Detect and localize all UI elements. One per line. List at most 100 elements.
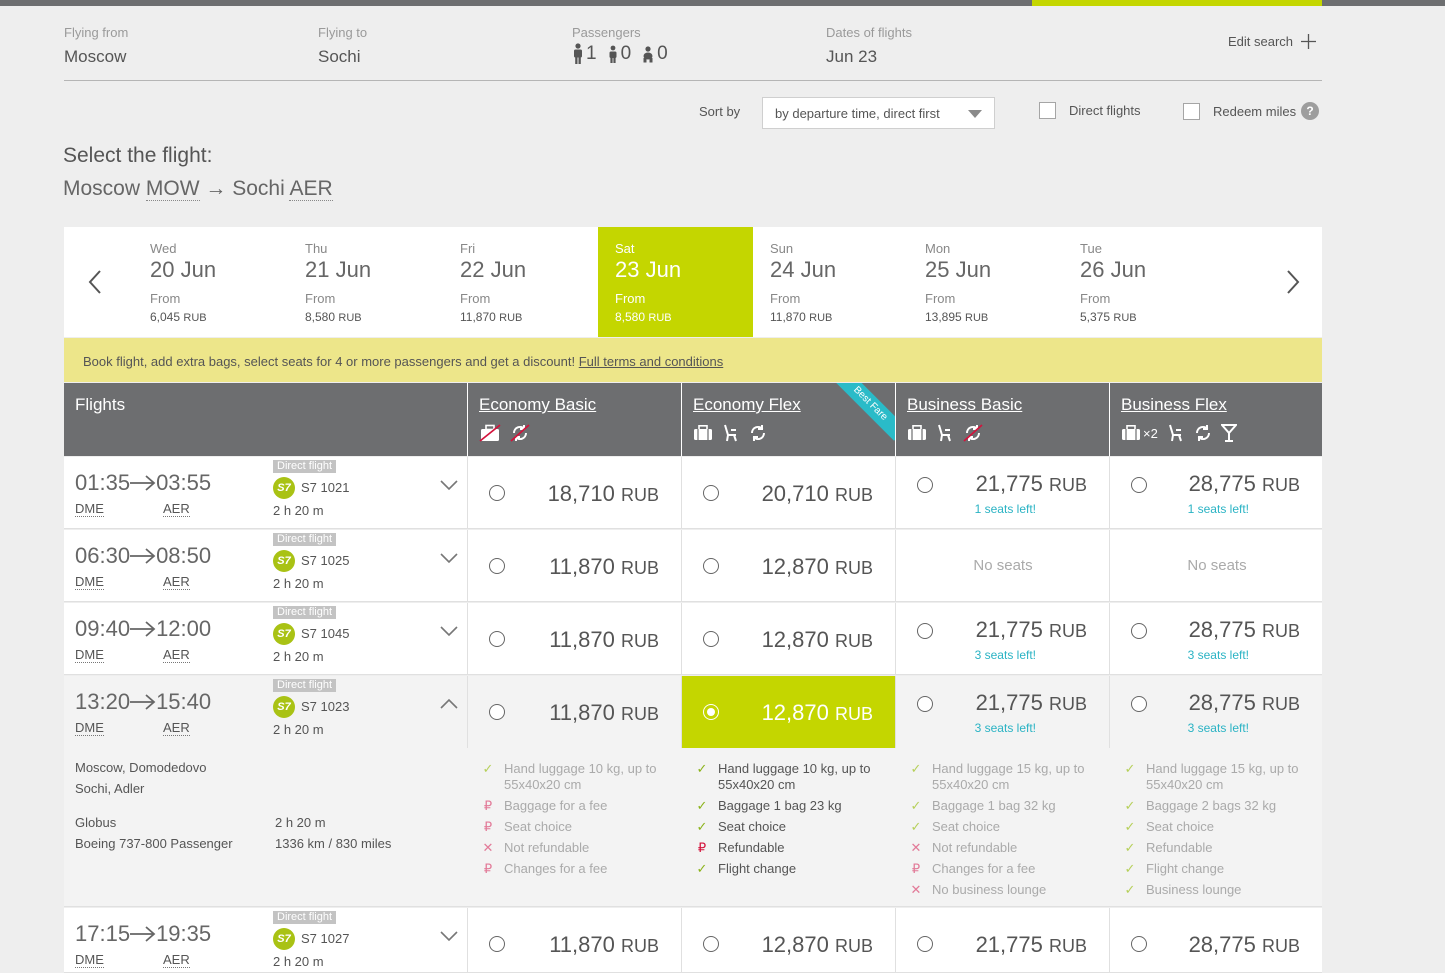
fare-name[interactable]: Business Flex bbox=[1121, 395, 1322, 415]
fare-radio[interactable] bbox=[703, 631, 719, 647]
fare-price-cell[interactable]: 28,775 RUB 3 seats left! bbox=[1109, 603, 1322, 675]
fare-radio[interactable] bbox=[1131, 936, 1147, 952]
fare-radio[interactable] bbox=[1131, 696, 1147, 712]
arrival-airport[interactable]: AER bbox=[163, 502, 190, 517]
fare-name[interactable]: Business Basic bbox=[907, 395, 1109, 415]
checkbox-box[interactable] bbox=[1183, 102, 1200, 120]
fare-radio[interactable] bbox=[917, 936, 933, 952]
fare-radio[interactable] bbox=[703, 558, 719, 574]
departure-airport[interactable]: DME bbox=[75, 502, 104, 517]
departure-time: 13:20 bbox=[75, 689, 131, 714]
date-option-1[interactable]: Thu 21 Jun From 8,580 RUB bbox=[288, 227, 443, 337]
fare-price-cell[interactable]: 28,775 RUB bbox=[1109, 908, 1322, 973]
date-option-0[interactable]: Wed 20 Jun From 6,045 RUB bbox=[133, 227, 288, 337]
fare-price-cell[interactable]: No seats bbox=[1109, 530, 1322, 602]
route-from-code[interactable]: MOW bbox=[145, 177, 200, 201]
currency: RUB bbox=[183, 312, 207, 324]
help-icon[interactable]: ? bbox=[1301, 102, 1320, 120]
route-to-code[interactable]: AER bbox=[289, 177, 333, 201]
departure-airport[interactable]: DME bbox=[75, 721, 104, 736]
date-option-3[interactable]: Sat 23 Jun From 8,580 RUB bbox=[598, 227, 753, 337]
flight-row[interactable]: 17:15 19:35 DME AER Direct flight S7 S7 1027 2 … bbox=[64, 908, 1322, 973]
chevron-down-icon[interactable] bbox=[440, 552, 458, 564]
terms-link[interactable]: Full terms and conditions bbox=[579, 354, 724, 369]
sort-select[interactable]: by departure time, direct first bbox=[762, 97, 995, 129]
fare-radio[interactable] bbox=[489, 485, 505, 501]
fare-radio[interactable] bbox=[703, 485, 719, 501]
fare-radio[interactable] bbox=[1131, 623, 1147, 639]
arrival-airport[interactable]: AER bbox=[163, 953, 190, 968]
feature-text: Hand luggage 10 kg, up to 55x40x20 cm bbox=[504, 761, 657, 792]
fare-price-cell[interactable]: 28,775 RUB 3 seats left! bbox=[1109, 676, 1322, 748]
fare-price-cell[interactable]: 12,870 RUB bbox=[681, 676, 895, 748]
fare-radio[interactable] bbox=[917, 696, 933, 712]
fare-radio[interactable] bbox=[917, 623, 933, 639]
fare-price-cell[interactable]: 21,775 RUB 3 seats left! bbox=[895, 676, 1109, 748]
previous-dates-button[interactable] bbox=[80, 267, 110, 297]
direct-flights-checkbox[interactable]: Direct flights bbox=[1039, 102, 1141, 119]
seat-icon bbox=[724, 424, 737, 442]
fare-price-cell[interactable]: 28,775 RUB 1 seats left! bbox=[1109, 457, 1322, 529]
departure-airport[interactable]: DME bbox=[75, 648, 104, 663]
fare-radio[interactable] bbox=[489, 704, 505, 720]
fare-price-cell[interactable]: 11,870 RUB bbox=[467, 908, 681, 973]
arrival-airport[interactable]: AER bbox=[163, 721, 190, 736]
redeem-miles-checkbox[interactable]: Redeem miles ? bbox=[1183, 102, 1320, 120]
date-option-5[interactable]: Mon 25 Jun From 13,895 RUB bbox=[908, 227, 1063, 337]
dates-field[interactable]: Dates of flights Jun 23 bbox=[826, 25, 912, 67]
currency: RUB bbox=[1048, 475, 1087, 495]
chevron-down-icon[interactable] bbox=[440, 479, 458, 491]
fare-feature-item: ✓ Hand luggage 15 kg, up to 55x40x20 cm bbox=[909, 761, 1094, 793]
fare-price-cell[interactable]: 18,710 RUB bbox=[467, 457, 681, 529]
date-option-6[interactable]: Tue 26 Jun From 5,375 RUB bbox=[1063, 227, 1218, 337]
fare-price-cell[interactable]: 11,870 RUB bbox=[467, 530, 681, 602]
fare-radio[interactable] bbox=[703, 936, 719, 952]
fare-price-cell[interactable]: 21,775 RUB bbox=[895, 908, 1109, 973]
fare-radio[interactable] bbox=[489, 936, 505, 952]
fare-price-cell[interactable]: 11,870 RUB bbox=[467, 676, 681, 748]
flying-from-field[interactable]: Flying from Moscow bbox=[64, 25, 128, 67]
checkbox-box[interactable] bbox=[1039, 102, 1056, 119]
check-icon: ✓ bbox=[1124, 882, 1136, 897]
departure-airport[interactable]: DME bbox=[75, 575, 104, 590]
fare-radio[interactable] bbox=[917, 477, 933, 493]
chevron-down-icon[interactable] bbox=[440, 625, 458, 637]
fare-price-cell[interactable]: 20,710 RUB bbox=[681, 457, 895, 529]
flying-to-field[interactable]: Flying to Sochi bbox=[318, 25, 367, 67]
fare-price-cell[interactable]: 21,775 RUB 1 seats left! bbox=[895, 457, 1109, 529]
cross-icon: ✕ bbox=[482, 840, 494, 855]
date-option-2[interactable]: Fri 22 Jun From 11,870 RUB bbox=[443, 227, 598, 337]
departure-airport[interactable]: DME bbox=[75, 953, 104, 968]
arrival-time: 08:50 bbox=[156, 543, 212, 568]
flight-row[interactable]: 09:40 12:00 DME AER Direct flight S7 S7 1045 2 … bbox=[64, 603, 1322, 675]
flight-row[interactable]: 06:30 08:50 DME AER Direct flight S7 S7 1025 2 … bbox=[64, 530, 1322, 602]
flight-row[interactable]: 13:20 15:40 DME AER Direct flight S7 S7 1023 2 … bbox=[64, 676, 1322, 907]
fare-price-cell[interactable]: 11,870 RUB bbox=[467, 603, 681, 675]
arrival-airport[interactable]: AER bbox=[163, 575, 190, 590]
arrival-airport[interactable]: AER bbox=[163, 648, 190, 663]
fare-radio[interactable] bbox=[703, 704, 719, 720]
fare-radio[interactable] bbox=[489, 631, 505, 647]
baggage-icon bbox=[1122, 425, 1140, 440]
fare-price-cell[interactable]: 12,870 RUB bbox=[681, 908, 895, 973]
fare-price-cell[interactable]: 12,870 RUB bbox=[681, 530, 895, 602]
flight-number: S7 1023 bbox=[301, 699, 350, 714]
fare-price-cell[interactable]: 12,870 RUB bbox=[681, 603, 895, 675]
fare-name[interactable]: Economy Basic bbox=[479, 395, 681, 415]
date-option-4[interactable]: Sun 24 Jun From 11,870 RUB bbox=[753, 227, 908, 337]
departure-time: 06:30 bbox=[75, 543, 131, 568]
chevron-up-icon[interactable] bbox=[440, 698, 458, 710]
feature-text: Not refundable bbox=[932, 840, 1018, 855]
fare-radio[interactable] bbox=[489, 558, 505, 574]
ruble-fee-icon: ₽ bbox=[697, 840, 707, 855]
fare-radio[interactable] bbox=[1131, 477, 1147, 493]
currency: RUB bbox=[809, 312, 833, 324]
next-dates-button[interactable] bbox=[1278, 267, 1308, 297]
edit-search-button[interactable]: Edit search bbox=[1228, 34, 1317, 49]
chevron-down-icon[interactable] bbox=[440, 930, 458, 942]
fare-price-cell[interactable]: 21,775 RUB 3 seats left! bbox=[895, 603, 1109, 675]
passengers-field[interactable]: Passengers 1 0 0 bbox=[572, 25, 668, 65]
fare-price-cell[interactable]: No seats bbox=[895, 530, 1109, 602]
date-selector: Wed 20 Jun From 6,045 RUB Thu 21 Jun From 8,580… bbox=[64, 227, 1322, 337]
flight-row[interactable]: 01:35 03:55 DME AER Direct flight S7 S7 1021 2 … bbox=[64, 457, 1322, 529]
